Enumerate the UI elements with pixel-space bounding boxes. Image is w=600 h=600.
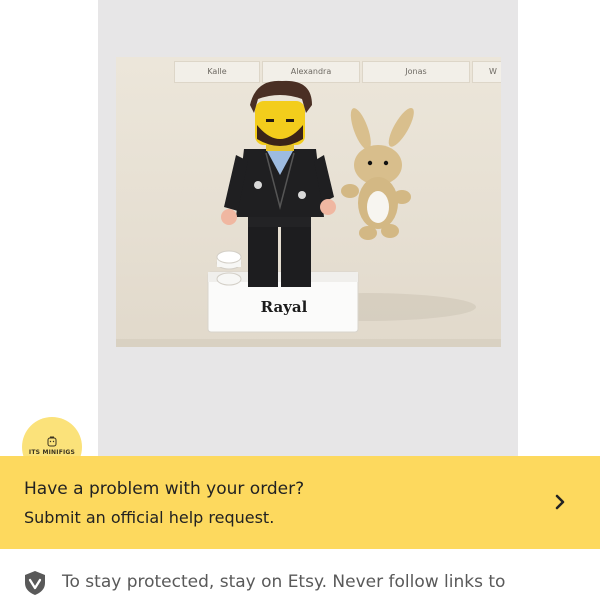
product-photo[interactable]: Kalle Alexandra Jonas W Rayal [116, 57, 501, 347]
safety-notice-text: To stay protected, stay on Etsy. Never f… [62, 572, 506, 592]
minifigure-illustration: Rayal [116, 80, 501, 347]
help-banner-subtitle: Submit an official help request. [24, 508, 275, 527]
safety-notice: To stay protected, stay on Etsy. Never f… [0, 549, 600, 600]
brick-name-text: Rayal [261, 298, 308, 316]
help-banner-title: Have a problem with your order? [24, 479, 305, 499]
minifig-head-icon [47, 436, 57, 447]
help-request-banner[interactable]: Have a problem with your order? Submit a… [0, 456, 600, 549]
chevron-right-icon[interactable] [552, 492, 568, 512]
shield-check-icon [25, 571, 45, 595]
shop-avatar-label: ITS MINIFIGS [28, 449, 76, 456]
